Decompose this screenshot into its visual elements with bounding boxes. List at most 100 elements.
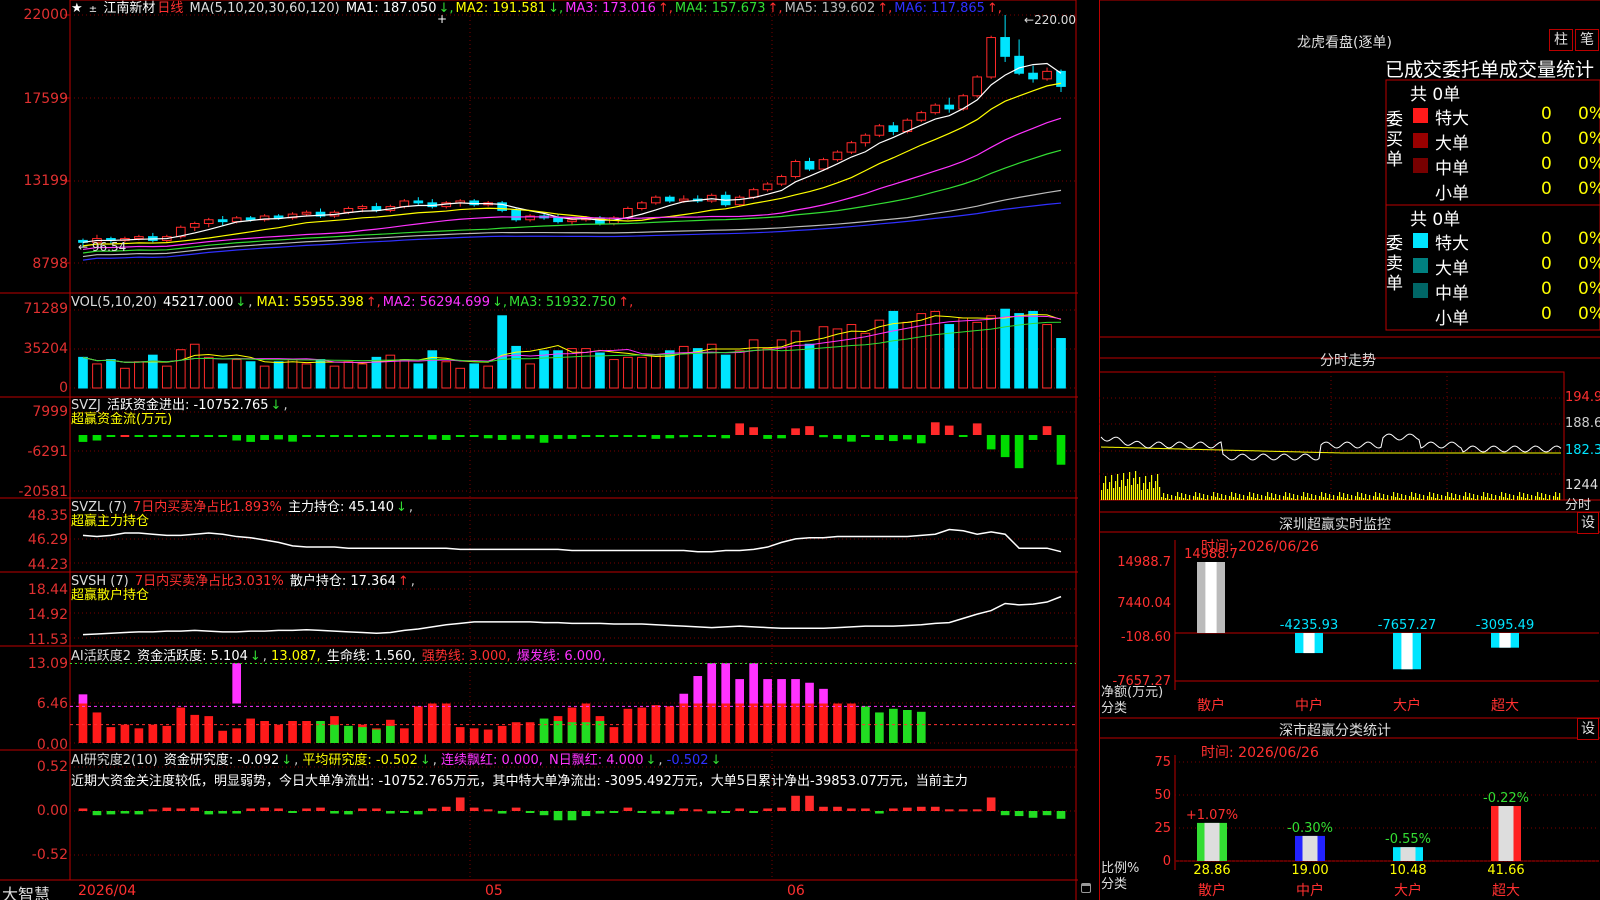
svzl-ytick: 44.23	[27, 557, 68, 573]
class-delta-label: -0.55%	[1385, 832, 1431, 847]
fs-volume-bar	[1471, 498, 1473, 500]
fs-volume-bar	[1557, 497, 1559, 500]
fs-volume-bar	[1229, 496, 1231, 500]
brand-logo[interactable]: 大智慧	[2, 881, 50, 900]
research-bar	[749, 811, 758, 813]
volume-bar	[106, 359, 116, 389]
volume-bar	[595, 352, 605, 389]
flow-bar	[120, 435, 130, 437]
fs-volume-bar	[1319, 496, 1321, 500]
volume-bar	[567, 348, 577, 389]
stock-name[interactable]: 江南新材	[103, 1, 155, 16]
monitor-bar-label: -7657.27	[1378, 618, 1436, 633]
ai1-ytick: 13.09	[27, 656, 68, 672]
cls-ytick: 75	[1154, 755, 1171, 770]
candle	[1000, 37, 1010, 57]
x-label: 06	[787, 883, 805, 899]
flow-bar	[246, 435, 255, 442]
class-bar-highlight	[1302, 835, 1318, 861]
volume-bar	[874, 319, 885, 389]
volume-bar	[189, 343, 200, 389]
fs-volume-bar	[1157, 474, 1159, 500]
fs-volume-bar	[1123, 473, 1125, 500]
mon-ytick: -108.60	[1121, 630, 1171, 645]
candle	[846, 142, 857, 153]
flow-bar	[190, 435, 200, 437]
fs-volume-bar	[1373, 496, 1375, 500]
volume-bar	[134, 361, 144, 389]
monitor-category: 散户	[1197, 697, 1225, 714]
fs-volume-bar	[1185, 494, 1187, 500]
fs-volume-bar	[1381, 498, 1383, 500]
star-icon[interactable]: ★	[71, 1, 83, 16]
research-bar	[400, 811, 409, 813]
fs-volume-bar	[1413, 497, 1415, 500]
fs-volume-bar	[1257, 494, 1259, 500]
flow-bar	[511, 435, 521, 440]
activity-bar	[344, 725, 353, 743]
svsh-subtitle: 超赢散户持仓	[71, 588, 150, 603]
order-stats-tabs[interactable]: 已成交委托单成交量统计	[1385, 55, 1600, 82]
order-pct: 0%	[1578, 154, 1600, 174]
category-swatch	[1413, 258, 1428, 273]
volume-bar	[539, 350, 549, 389]
volume-bar	[762, 348, 773, 389]
flow-bar	[1042, 426, 1052, 435]
fs-volume-bar	[1361, 493, 1363, 500]
activity-bar	[651, 705, 661, 743]
vol-header: VOL(5,10,20) 45217.000 ↓, MA1: 55955.398 ↑…	[71, 295, 634, 310]
research-bar	[553, 811, 563, 821]
flow-bar	[539, 435, 549, 443]
ma-line	[82, 202, 1062, 261]
fs-minute-label[interactable]: 分时	[1565, 494, 1591, 513]
bar-mode-button[interactable]: 柱	[1549, 29, 1573, 51]
main-hold-line	[82, 528, 1062, 553]
svsh-ytick: 18.44	[27, 582, 68, 598]
research-bar	[525, 811, 535, 813]
research-bar	[330, 811, 339, 814]
research-bar	[78, 808, 88, 811]
class-settings-button[interactable]: 设	[1577, 718, 1599, 740]
fs-volume-bar	[1283, 496, 1285, 500]
research-bar	[455, 797, 465, 811]
tick-mode-button[interactable]: 笔	[1575, 29, 1599, 51]
fs-volume-bar	[1187, 499, 1189, 500]
flow-bar	[693, 435, 703, 437]
fs-volume-bar	[1447, 492, 1449, 500]
period-label[interactable]: 日线	[157, 1, 183, 16]
fs-volume-bar	[1339, 492, 1341, 500]
activity-bar	[358, 727, 367, 743]
fs-volume-bar	[1133, 478, 1135, 500]
activity-bar	[623, 708, 633, 743]
flow-bar	[581, 435, 591, 437]
volume-bar	[343, 361, 354, 389]
fs-volume-bar	[1305, 497, 1307, 500]
monitor-settings-button[interactable]: 设	[1577, 512, 1599, 534]
fs-volume-bar	[1529, 499, 1531, 500]
category-name: 特大	[1435, 234, 1469, 254]
candle	[762, 183, 773, 191]
research-bar	[302, 808, 311, 811]
fs-volume-bar	[1127, 479, 1129, 500]
flow-bar	[567, 435, 577, 439]
activity-bar	[120, 724, 130, 743]
retail-hold-line	[82, 595, 1062, 636]
class-delta-label: -0.30%	[1287, 821, 1333, 836]
candle	[343, 207, 354, 213]
volume-bar	[287, 359, 298, 389]
lock-icon[interactable]	[1081, 883, 1091, 893]
order-count: 0	[1541, 279, 1552, 299]
fs-volume-bar	[1221, 494, 1223, 500]
fs-volume-bar	[1357, 492, 1359, 500]
activity-bar	[469, 728, 479, 743]
flow-bar	[134, 435, 144, 437]
fs-volume-bar	[1337, 496, 1339, 500]
activity-bar	[609, 727, 619, 743]
flow-bar	[916, 435, 926, 444]
fs-volume-bar	[1199, 493, 1201, 500]
monitor-category: 超大	[1491, 698, 1519, 714]
flow-bar	[344, 435, 353, 437]
flow-bar	[274, 435, 283, 440]
fs-volume-bar	[1521, 497, 1523, 500]
ai1-val2: 13.087,	[271, 649, 321, 664]
